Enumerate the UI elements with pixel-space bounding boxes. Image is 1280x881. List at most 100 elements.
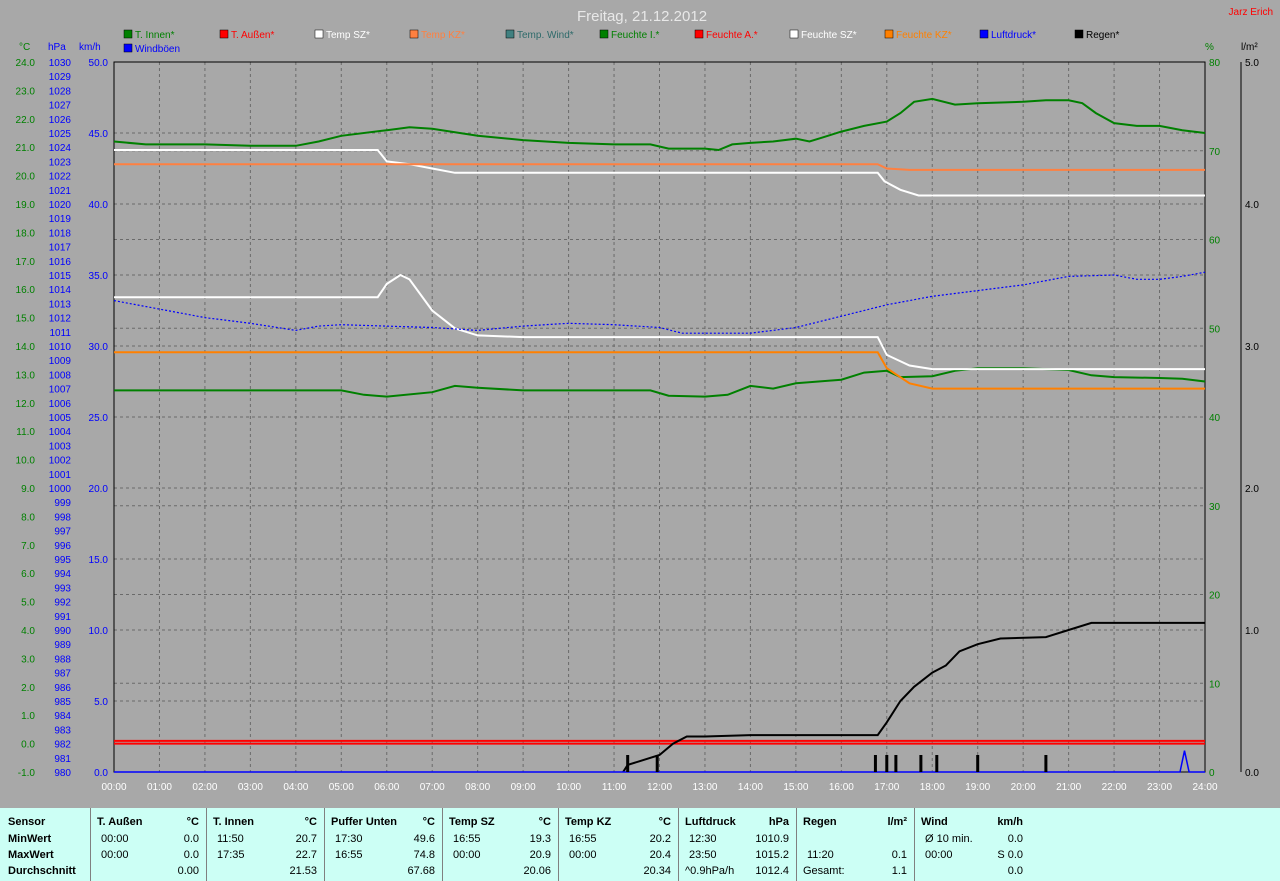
temp-tick-label: 23.0 bbox=[16, 86, 36, 97]
regen-max-time: 11:20 bbox=[807, 849, 834, 861]
pressure-tick-label: 1023 bbox=[49, 157, 72, 168]
temp-tick-label: 9.0 bbox=[21, 484, 35, 495]
time-tick-label: 16:00 bbox=[829, 782, 854, 793]
time-tick-label: 13:00 bbox=[692, 782, 717, 793]
temp_sz-avg-value: 20.06 bbox=[523, 865, 551, 877]
regen-avg-value: 1.1 bbox=[891, 865, 907, 877]
maxwert-label: MaxWert bbox=[8, 849, 54, 861]
luftdruck-unit: hPa bbox=[768, 816, 789, 828]
puffer-max-value: 74.8 bbox=[413, 849, 435, 861]
chart-background bbox=[0, 0, 1280, 808]
pressure-tick-label: 992 bbox=[54, 598, 71, 609]
temp_kz-max-time: 00:00 bbox=[569, 849, 597, 861]
t_aussen-max-value: 0.0 bbox=[183, 849, 199, 861]
time-tick-label: 14:00 bbox=[738, 782, 763, 793]
time-tick-label: 21:00 bbox=[1056, 782, 1081, 793]
wind-tick-label: 0.0 bbox=[94, 768, 108, 779]
rain-tick-label: 3.0 bbox=[1245, 342, 1259, 353]
temp-tick-label: 18.0 bbox=[16, 228, 36, 239]
legend-label-1: T. Außen* bbox=[231, 30, 274, 41]
time-tick-label: 07:00 bbox=[420, 782, 445, 793]
humidity-tick-label: 20 bbox=[1209, 591, 1221, 602]
time-tick-label: 11:00 bbox=[602, 782, 627, 793]
luftdruck-min-time: 12:30 bbox=[689, 833, 717, 845]
time-tick-label: 22:00 bbox=[1102, 782, 1127, 793]
luftdruck-max-value: 1015.2 bbox=[755, 849, 789, 861]
legend-swatch-7 bbox=[789, 29, 799, 39]
regen-max-value: 0.1 bbox=[891, 849, 907, 861]
pressure-tick-label: 1010 bbox=[49, 342, 72, 353]
t_aussen-header: T. Außen bbox=[97, 816, 143, 828]
pressure-tick-label: 989 bbox=[54, 640, 71, 651]
legend-swatch-11 bbox=[123, 43, 133, 53]
pressure-tick-label: 987 bbox=[54, 669, 71, 680]
temp_kz-min-time: 16:55 bbox=[569, 833, 597, 845]
pressure-tick-label: 984 bbox=[54, 711, 71, 722]
temp_sz-min-time: 16:55 bbox=[453, 833, 481, 845]
humidity-tick-label: 0 bbox=[1209, 768, 1215, 779]
pressure-tick-label: 1028 bbox=[49, 86, 72, 97]
pressure-tick-label: 995 bbox=[54, 555, 71, 566]
puffer-avg-value: 67.68 bbox=[407, 865, 435, 877]
pressure-tick-label: 1003 bbox=[49, 441, 72, 452]
pressure-tick-label: 982 bbox=[54, 740, 71, 751]
time-tick-label: 12:00 bbox=[647, 782, 672, 793]
statistics-panel: Sensor MinWert MaxWert Durchschnitt T. A… bbox=[0, 808, 1280, 881]
pressure-tick-label: 1006 bbox=[49, 399, 72, 410]
temp-tick-label: 0.0 bbox=[21, 740, 35, 751]
pressure-tick-label: 1026 bbox=[49, 115, 72, 126]
luftdruck-avg-label: ^0.9hPa/h bbox=[685, 865, 735, 877]
stats-wind: Wind km/h Ø 10 min. 0.0 00:00 S 0.0 0.0 bbox=[914, 808, 1029, 881]
t_innen-header: T. Innen bbox=[213, 816, 254, 828]
rain-tick-label: 1.0 bbox=[1245, 626, 1259, 637]
legend-swatch-9 bbox=[979, 29, 989, 39]
pressure-tick-label: 980 bbox=[54, 768, 71, 779]
sensor-header: Sensor bbox=[8, 816, 46, 828]
legend-label-10: Regen* bbox=[1086, 30, 1119, 41]
temp-tick-label: 5.0 bbox=[21, 598, 35, 609]
wind-min-time: Ø 10 min. bbox=[925, 833, 973, 845]
temp-tick-label: 6.0 bbox=[21, 569, 35, 580]
pressure-tick-label: 986 bbox=[54, 683, 71, 694]
kmh-unit-label: km/h bbox=[79, 42, 101, 53]
pressure-tick-label: 1029 bbox=[49, 72, 72, 83]
pressure-tick-label: 1019 bbox=[49, 214, 72, 225]
time-tick-label: 19:00 bbox=[965, 782, 990, 793]
temp-tick-label: 14.0 bbox=[16, 342, 36, 353]
pressure-tick-label: 1024 bbox=[49, 143, 72, 154]
wind-min-value: 0.0 bbox=[1007, 833, 1023, 845]
t_innen-min-value: 20.7 bbox=[295, 833, 317, 845]
legend-swatch-8 bbox=[884, 29, 894, 39]
humidity-tick-label: 70 bbox=[1209, 147, 1221, 158]
wind-header: Wind bbox=[921, 816, 948, 828]
pressure-tick-label: 1009 bbox=[49, 356, 72, 367]
stats-temp-sz: Temp SZ °C 16:55 19.3 00:00 20.9 20.06 bbox=[442, 808, 557, 881]
pressure-tick-label: 997 bbox=[54, 527, 71, 538]
wind-tick-label: 30.0 bbox=[89, 342, 109, 353]
t_innen-unit: °C bbox=[304, 816, 317, 828]
pressure-tick-label: 1005 bbox=[49, 413, 72, 424]
humidity-tick-label: 40 bbox=[1209, 413, 1221, 424]
pressure-tick-label: 1022 bbox=[49, 172, 72, 183]
legend-swatch-4 bbox=[505, 29, 515, 39]
luftdruck-min-value: 1010.9 bbox=[755, 833, 789, 845]
stats-temp-kz: Temp KZ °C 16:55 20.2 00:00 20.4 20.34 bbox=[558, 808, 677, 881]
stats-labels: Sensor MinWert MaxWert Durchschnitt bbox=[0, 808, 88, 881]
wind-tick-label: 5.0 bbox=[94, 697, 108, 708]
temp_kz-header: Temp KZ bbox=[565, 816, 612, 828]
t_innen-max-time: 17:35 bbox=[217, 849, 245, 861]
pressure-tick-label: 991 bbox=[54, 612, 71, 623]
pressure-tick-label: 1001 bbox=[49, 470, 72, 481]
temp-tick-label: 21.0 bbox=[16, 143, 36, 154]
pressure-tick-label: 994 bbox=[54, 569, 71, 580]
temp-tick-label: 2.0 bbox=[21, 683, 35, 694]
pressure-tick-label: 990 bbox=[54, 626, 71, 637]
time-tick-label: 23:00 bbox=[1147, 782, 1172, 793]
regen-unit: l/m² bbox=[887, 816, 907, 828]
pressure-tick-label: 1012 bbox=[49, 314, 72, 325]
time-tick-label: 01:00 bbox=[147, 782, 172, 793]
temp_sz-header: Temp SZ bbox=[449, 816, 495, 828]
legend-swatch-5 bbox=[599, 29, 609, 39]
temp-tick-label: 11.0 bbox=[16, 427, 35, 438]
pressure-tick-label: 1008 bbox=[49, 370, 72, 381]
